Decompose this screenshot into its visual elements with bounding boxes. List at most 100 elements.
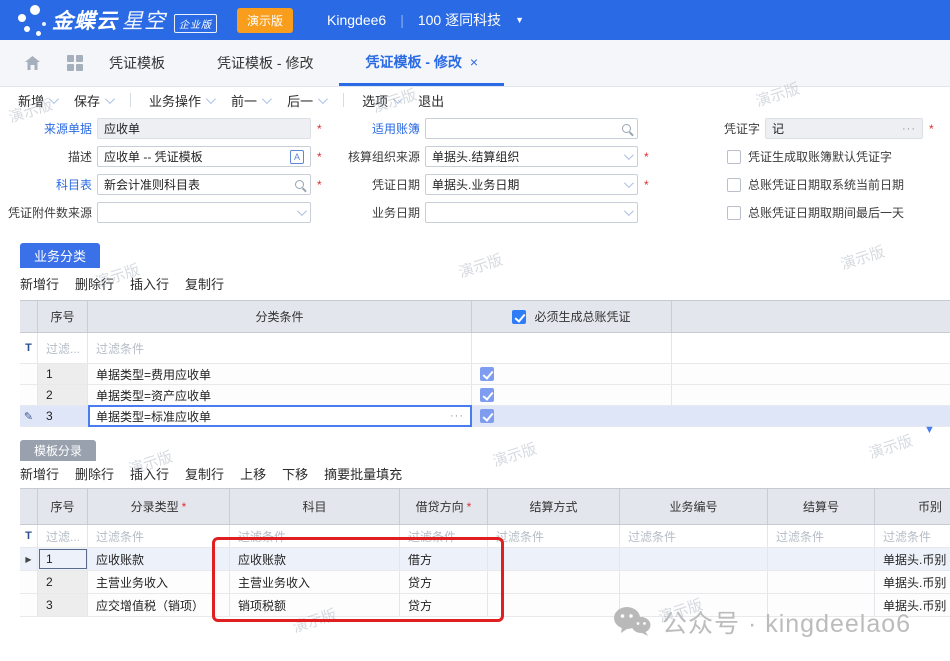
seq-cell[interactable]: 3 (38, 594, 88, 616)
delete-row-button[interactable]: 删除行 (75, 464, 114, 483)
settle-no-filter-cell[interactable]: 过滤条件 (768, 525, 875, 547)
seq-filter-cell[interactable]: 过滤... (38, 333, 88, 363)
account-table-label[interactable]: 科目表 (0, 176, 92, 193)
org-dropdown-caret-icon[interactable]: ▼ (515, 15, 524, 25)
table-row-selected[interactable]: ✎ 3 单据类型=标准应收单 ··· (20, 406, 950, 427)
checkbox-gl-date-system[interactable]: 总账凭证日期取系统当前日期 (727, 176, 904, 193)
direction-filter-cell[interactable]: 过滤条件 (400, 525, 488, 547)
apps-grid-icon[interactable] (67, 55, 83, 71)
user-name[interactable]: Kingdee6 (327, 12, 386, 28)
save-button[interactable]: 保存 (74, 91, 112, 110)
insert-row-button[interactable]: 插入行 (130, 274, 169, 293)
close-icon[interactable]: × (470, 54, 478, 70)
settle-no-cell[interactable] (768, 571, 875, 593)
tab-business-classification[interactable]: 业务分类 (20, 243, 100, 268)
checkbox-checked-icon[interactable] (480, 388, 494, 402)
settle-type-cell[interactable] (488, 548, 620, 570)
ellipsis-button[interactable]: ··· (450, 410, 464, 422)
ellipsis-button[interactable]: ··· (902, 123, 916, 135)
copy-row-button[interactable]: 复制行 (185, 464, 224, 483)
description-input[interactable]: 应收单 -- 凭证模板A (97, 146, 311, 167)
text-editor-icon[interactable]: A (290, 150, 304, 164)
biz-no-cell[interactable] (620, 548, 768, 570)
settle-no-cell[interactable] (768, 548, 875, 570)
must-gl-cell[interactable] (472, 364, 672, 384)
currency-cell[interactable]: 单据头.币别 (875, 571, 950, 593)
move-down-button[interactable]: 下移 (282, 464, 308, 483)
entry-type-filter-cell[interactable]: 过滤条件 (88, 525, 230, 547)
apply-book-label[interactable]: 适用账簿 (330, 120, 420, 137)
tab-voucher-template-edit-1[interactable]: 凭证模板 - 修改 (191, 40, 339, 86)
currency-cell[interactable]: 单据头.币别 (875, 548, 950, 570)
table-row-selected[interactable]: ▶ 1 应收账款 应收账款 借方 单据头.币别 (20, 548, 950, 571)
settle-type-cell[interactable] (488, 571, 620, 593)
scroll-down-indicator-icon[interactable]: ▼ (924, 424, 935, 436)
next-button[interactable]: 后一 (287, 91, 325, 110)
condition-cell[interactable]: 单据类型=资产应收单 (88, 385, 472, 405)
filter-icon[interactable]: T (20, 333, 38, 363)
filter-icon[interactable]: T (20, 525, 38, 547)
seq-cell-focused[interactable]: 1 (38, 548, 88, 570)
tab-voucher-template[interactable]: 凭证模板 (83, 40, 191, 86)
checkbox-checked-icon[interactable] (480, 409, 494, 423)
apply-book-input[interactable] (425, 118, 638, 139)
search-icon[interactable] (622, 124, 631, 133)
new-button[interactable]: 新增 (18, 91, 56, 110)
copy-row-button[interactable]: 复制行 (185, 274, 224, 293)
seq-cell[interactable]: 3 (38, 406, 88, 426)
condition-cell[interactable]: 单据类型=费用应收单 (88, 364, 472, 384)
batch-fill-summary-button[interactable]: 摘要批量填充 (324, 464, 402, 483)
org-name[interactable]: 100 逐同科技 (418, 10, 501, 30)
table-row[interactable]: 2 主营业务收入 主营业务收入 贷方 单据头.币别 (20, 571, 950, 594)
header-checkbox-icon[interactable] (512, 310, 526, 324)
entry-type-cell[interactable]: 应收账款 (88, 548, 230, 570)
delete-row-button[interactable]: 删除行 (75, 274, 114, 293)
tab-template-entries[interactable]: 模板分录 (20, 440, 96, 461)
attachment-source-select[interactable] (97, 202, 311, 223)
table-row[interactable]: 1 单据类型=费用应收单 (20, 364, 950, 385)
biz-date-select[interactable] (425, 202, 638, 223)
insert-row-button[interactable]: 插入行 (130, 464, 169, 483)
business-operation-button[interactable]: 业务操作 (149, 91, 213, 110)
chk-filter-cell[interactable] (472, 333, 672, 363)
search-icon[interactable] (295, 180, 304, 189)
org-source-select[interactable]: 单据头.结算组织 (425, 146, 638, 167)
entry-type-cell[interactable]: 主营业务收入 (88, 571, 230, 593)
move-up-button[interactable]: 上移 (240, 464, 266, 483)
add-row-button[interactable]: 新增行 (20, 274, 59, 293)
tab-voucher-template-edit-2-active[interactable]: 凭证模板 - 修改 × (339, 40, 504, 86)
seq-cell[interactable]: 2 (38, 385, 88, 405)
direction-cell[interactable]: 借方 (400, 548, 488, 570)
seq-cell[interactable]: 2 (38, 571, 88, 593)
checkbox-icon[interactable] (727, 178, 741, 192)
table-row[interactable]: 2 单据类型=资产应收单 (20, 385, 950, 406)
checkbox-icon[interactable] (727, 206, 741, 220)
options-button[interactable]: 选项 (362, 91, 400, 110)
direction-cell[interactable]: 贷方 (400, 594, 488, 616)
home-icon[interactable] (24, 40, 41, 86)
biz-no-cell[interactable] (620, 571, 768, 593)
condition-filter-cell[interactable]: 过滤条件 (88, 333, 472, 363)
account-cell[interactable]: 主营业务收入 (230, 571, 400, 593)
checkbox-icon[interactable] (727, 150, 741, 164)
exit-button[interactable]: 退出 (418, 91, 444, 110)
account-cell[interactable]: 销项税额 (230, 594, 400, 616)
seq-filter-cell[interactable]: 过滤... (38, 525, 88, 547)
voucher-date-select[interactable]: 单据头.业务日期 (425, 174, 638, 195)
settle-type-filter-cell[interactable]: 过滤条件 (488, 525, 620, 547)
checkbox-checked-icon[interactable] (480, 367, 494, 381)
account-table-input[interactable]: 新会计准则科目表 (97, 174, 311, 195)
checkbox-default-voucher-word[interactable]: 凭证生成取账簿默认凭证字 (727, 148, 892, 165)
account-cell[interactable]: 应收账款 (230, 548, 400, 570)
direction-cell[interactable]: 贷方 (400, 571, 488, 593)
biz-no-filter-cell[interactable]: 过滤条件 (620, 525, 768, 547)
entry-type-cell[interactable]: 应交增值税（销项） (88, 594, 230, 616)
seq-cell[interactable]: 1 (38, 364, 88, 384)
must-gl-cell[interactable] (472, 406, 672, 426)
checkbox-gl-date-period-end[interactable]: 总账凭证日期取期间最后一天 (727, 204, 904, 221)
condition-cell-editing[interactable]: 单据类型=标准应收单 ··· (88, 405, 472, 427)
source-bill-label[interactable]: 来源单据 (0, 120, 92, 137)
settle-type-cell[interactable] (488, 594, 620, 616)
previous-button[interactable]: 前一 (231, 91, 269, 110)
currency-filter-cell[interactable]: 过滤条件 (875, 525, 950, 547)
